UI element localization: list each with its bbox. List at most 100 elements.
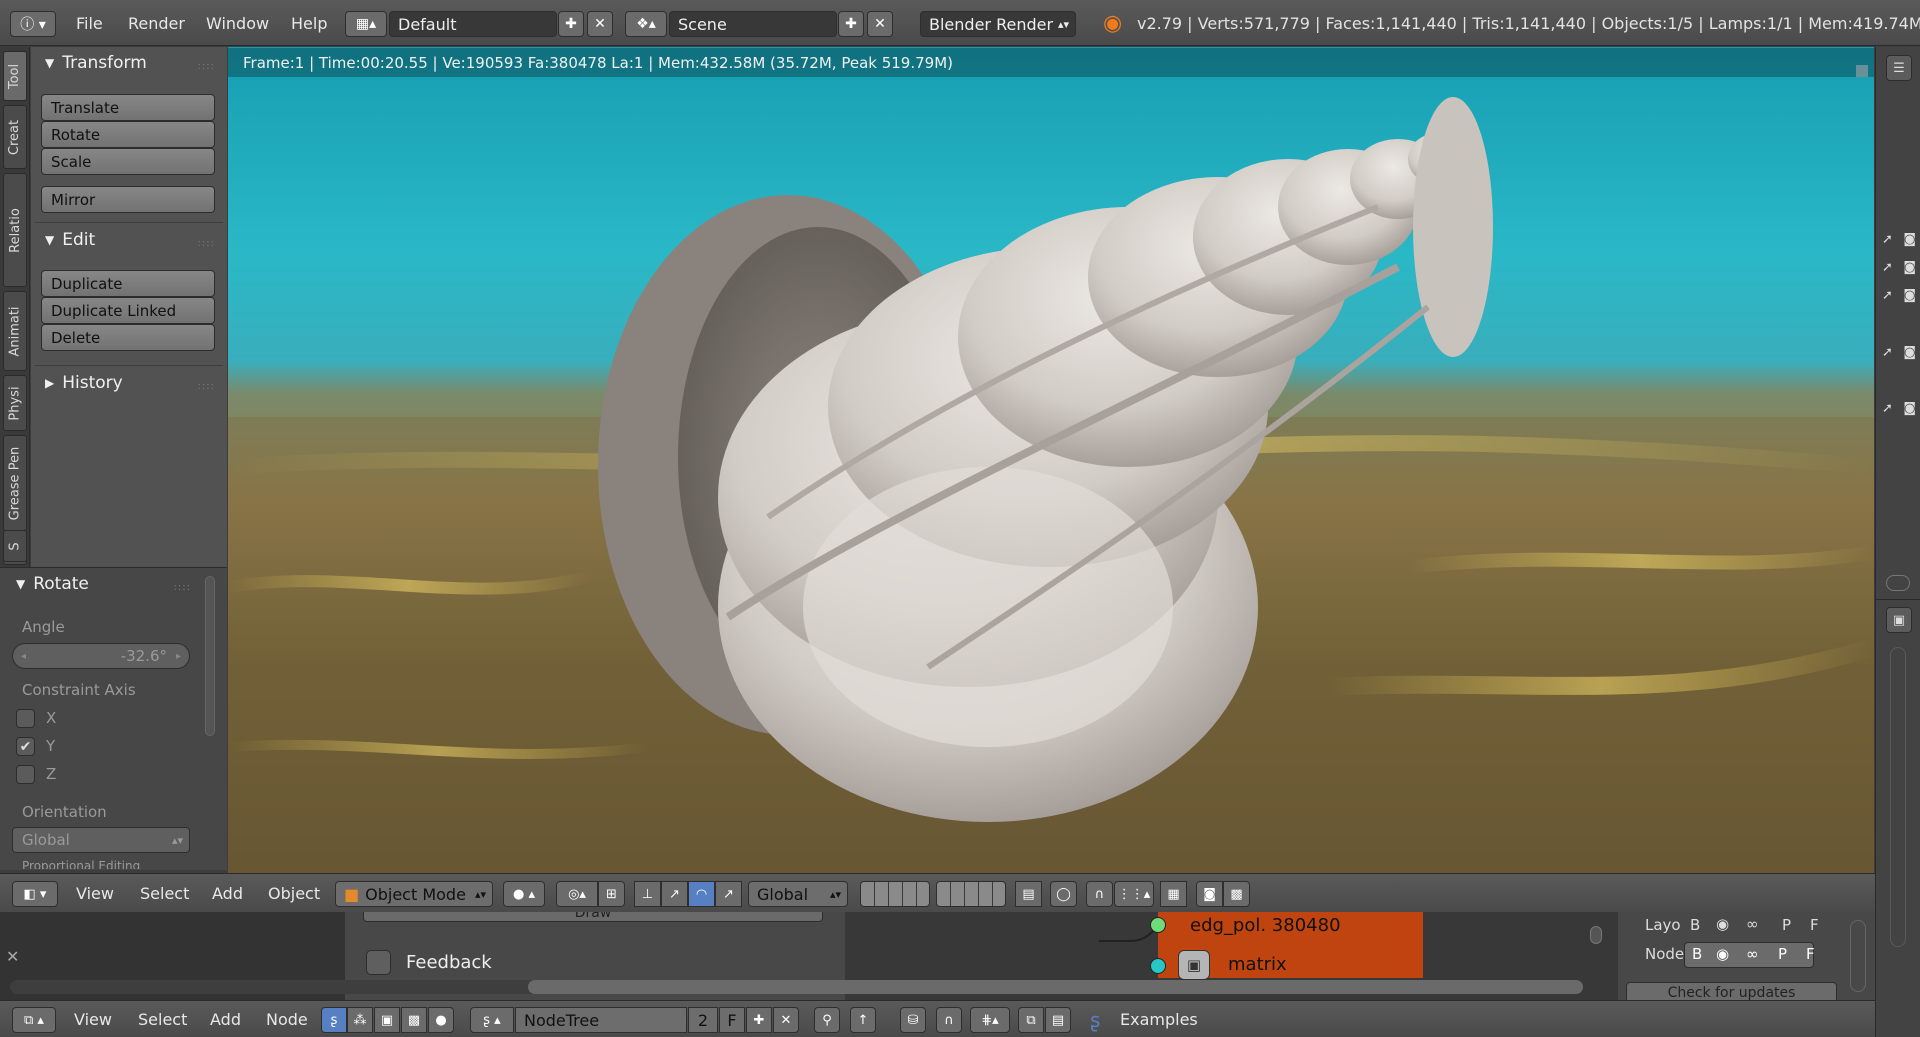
layers-flag-b[interactable]: B	[1690, 916, 1700, 934]
mirror-button[interactable]: Mirror	[41, 186, 215, 213]
node-view-menu[interactable]: View	[74, 1001, 112, 1037]
snap-toggle[interactable]: ∩	[1086, 881, 1113, 907]
camera-icon[interactable]: ◙	[1903, 260, 1916, 280]
material-tree-type-button[interactable]: ●	[428, 1007, 454, 1033]
editor-type-3d-button[interactable]: ◧ ▾	[12, 881, 58, 907]
sverchok-tree-type-button[interactable]: ʂ	[321, 1007, 347, 1033]
add-menu[interactable]: Add	[212, 874, 243, 913]
node-add-menu[interactable]: Add	[210, 1001, 241, 1037]
pin-button[interactable]: ⚲	[814, 1007, 840, 1033]
edit-panel-header[interactable]: ▼ Edit	[45, 230, 95, 250]
link-icon[interactable]: ∞	[1746, 915, 1759, 933]
snap-element-dropdown[interactable]: ⋮⋮▴	[1114, 881, 1154, 907]
editor-type-info-button[interactable]: ⓘ ▾	[10, 11, 56, 37]
go-parent-button[interactable]: ↑	[850, 1007, 876, 1033]
arrow-right-icon[interactable]: ▸	[176, 651, 181, 662]
rotate-panel-header[interactable]: ▼ Rotate	[16, 574, 89, 594]
check-for-updates-button[interactable]: Check for updates	[1626, 982, 1837, 1000]
transform-panel-header[interactable]: ▼ Transform	[45, 53, 147, 73]
side-panel-scrollbar[interactable]	[1850, 920, 1866, 992]
angle-slider[interactable]: ◂ -32.6° ▸	[12, 643, 190, 669]
move-manipulator-button[interactable]: ↗	[661, 881, 688, 907]
orientation-dropdown[interactable]: Global ▴▾	[12, 827, 190, 853]
screen-layout-browse-button[interactable]: ▦▴	[345, 11, 387, 37]
node-tree-name-field[interactable]: NodeTree	[515, 1007, 687, 1033]
tab-relations[interactable]: Relatio	[3, 173, 27, 287]
horizontal-scrollbar-thumb[interactable]	[528, 980, 1583, 994]
cursor-icon[interactable]: ➚	[1882, 232, 1893, 252]
delete-layout-button[interactable]: ✕	[587, 11, 613, 37]
scale-button[interactable]: Scale	[41, 148, 215, 175]
tab-tool[interactable]: Tool	[3, 51, 27, 101]
paste-nodes-button[interactable]: ▤	[1045, 1007, 1071, 1033]
matrix-socket-icon[interactable]: ▣	[1178, 950, 1210, 980]
viewport-shading-dropdown[interactable]: ● ▴	[503, 881, 545, 907]
axis-y-checkbox[interactable]: ✔	[16, 737, 35, 756]
manipulator-toggle[interactable]: ⊞	[598, 881, 625, 907]
layers-flag-f[interactable]: F	[1810, 916, 1819, 934]
fake-user-button[interactable]: F	[719, 1007, 745, 1033]
properties-editor-button[interactable]: ▣	[1886, 607, 1912, 633]
translate-manipulator-button[interactable]: ⊥	[634, 881, 661, 907]
scene-browse-button[interactable]: ❖▴	[625, 11, 667, 37]
nodes-flag-f[interactable]: F	[1806, 945, 1815, 963]
nodes-flag-b[interactable]: B	[1692, 945, 1702, 963]
axis-x-checkbox[interactable]	[16, 709, 35, 728]
camera-icon[interactable]: ◙	[1903, 345, 1916, 365]
drag-grip-icon[interactable]: ::::	[198, 381, 215, 392]
new-node-tree-button[interactable]: ✚	[746, 1007, 772, 1033]
copy-nodes-button[interactable]: ⧉	[1018, 1007, 1044, 1033]
shader-tree-type-button[interactable]: ⁂	[347, 1007, 373, 1033]
add-layout-button[interactable]: ✚	[558, 11, 584, 37]
editor-type-button[interactable]: ☰	[1886, 55, 1912, 81]
feedback-checkbox[interactable]	[366, 950, 391, 975]
menu-window[interactable]: Window	[206, 0, 269, 46]
camera-icon[interactable]: ◙	[1903, 288, 1916, 308]
lock-camera-layers-button[interactable]: ▤	[1015, 881, 1042, 907]
delete-button[interactable]: Delete	[41, 324, 215, 351]
scene-field[interactable]: Scene	[669, 11, 837, 37]
rotate-button[interactable]: Rotate	[41, 121, 215, 148]
properties-scrollbar[interactable]	[1890, 647, 1906, 947]
socket-green[interactable]	[1150, 917, 1166, 933]
snap-target-button[interactable]: ▦	[1160, 881, 1187, 907]
texture-tree-type-button[interactable]: ▩	[401, 1007, 427, 1033]
socket-cyan[interactable]	[1150, 958, 1166, 974]
scene-layers-grid[interactable]	[860, 881, 930, 907]
menu-file[interactable]: File	[76, 0, 103, 46]
duplicate-linked-button[interactable]: Duplicate Linked	[41, 297, 215, 324]
transform-orientation-dropdown[interactable]: Global ▴▾	[748, 881, 848, 907]
opengl-render-button[interactable]: ◙	[1196, 881, 1223, 907]
node-snap-element-dropdown[interactable]: ⋕▴	[970, 1007, 1010, 1033]
camera-icon[interactable]: ◙	[1903, 232, 1916, 252]
drag-grip-icon[interactable]: ::::	[198, 238, 215, 249]
menu-render[interactable]: Render	[128, 0, 185, 46]
node-editor-scroll-knob[interactable]	[1590, 926, 1602, 944]
redo-panel-scrollbar[interactable]	[205, 576, 215, 736]
outliner-row[interactable]: ➚ ◙	[1882, 260, 1916, 280]
layers-flag-p[interactable]: P	[1782, 916, 1791, 934]
translate-button[interactable]: Translate	[41, 94, 215, 121]
tab-physics[interactable]: Physi	[3, 375, 27, 431]
node-node-menu[interactable]: Node	[266, 1001, 308, 1037]
add-scene-button[interactable]: ✚	[838, 11, 864, 37]
menu-help[interactable]: Help	[291, 0, 327, 46]
tab-grease-pencil[interactable]: Grease Pen	[3, 435, 27, 531]
node-tree-users-count[interactable]: 2	[688, 1007, 718, 1033]
unlink-node-tree-button[interactable]: ✕	[773, 1007, 799, 1033]
opengl-animation-button[interactable]: ▩	[1223, 881, 1250, 907]
outliner-row[interactable]: ➚ ◙	[1882, 345, 1916, 365]
scene-layers-grid-2[interactable]	[936, 881, 1006, 907]
cursor-icon[interactable]: ➚	[1882, 345, 1893, 365]
cursor-icon[interactable]: ➚	[1882, 401, 1893, 421]
delete-scene-button[interactable]: ✕	[867, 11, 893, 37]
eye-icon[interactable]: ◉	[1716, 945, 1729, 963]
eye-icon[interactable]: ◉	[1716, 915, 1729, 933]
cursor-icon[interactable]: ➚	[1882, 260, 1893, 280]
3d-viewport[interactable]	[228, 47, 1874, 873]
outliner-scrollbar[interactable]	[1886, 575, 1910, 591]
outliner-row[interactable]: ➚ ◙	[1882, 401, 1916, 421]
arrow-left-icon[interactable]: ◂	[21, 651, 26, 662]
outliner-row[interactable]: ➚ ◙	[1882, 288, 1916, 308]
history-panel-header[interactable]: ▶ History	[45, 373, 123, 393]
